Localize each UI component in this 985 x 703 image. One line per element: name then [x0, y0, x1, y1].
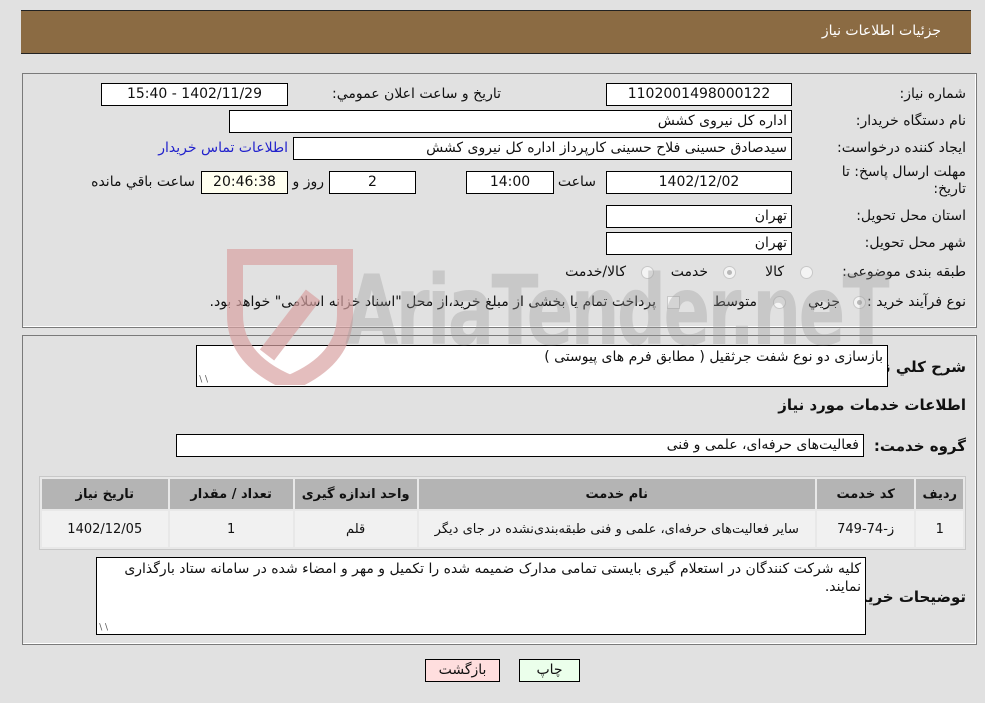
resize-grip-icon[interactable]: ∖∖ [98, 623, 109, 633]
col-need-date: تاریخ نیاز [42, 479, 168, 509]
cell-service-name: سایر فعالیت‌های حرفه‌ای، علمی و فنی طبقه… [418, 511, 815, 547]
print-button[interactable]: چاپ [519, 659, 580, 682]
category-option-goods: کالا [765, 264, 784, 280]
announce-field[interactable]: 1402/11/29 - 15:40 [101, 83, 288, 106]
remaining-time-field: 20:46:38 [201, 171, 288, 194]
col-unit: واحد اندازه گیری [294, 479, 417, 509]
cell-unit: قلم [294, 511, 417, 547]
general-description-field[interactable]: بازسازی دو نوع شفت جرثقیل ( مطابق فرم ها… [196, 345, 888, 387]
announce-label: تاریخ و ساعت اعلان عمومي: [332, 86, 501, 102]
remaining-label: ساعت باقي مانده [91, 174, 195, 190]
page-title: جزئیات اطلاعات نیاز [821, 23, 941, 39]
cell-service-code: ز-74-749 [816, 511, 915, 547]
deadline-label-line1: مهلت ارسال پاسخ: تا [841, 164, 966, 180]
service-group-field[interactable]: فعالیت‌های حرفه‌ای، علمی و فنی [176, 434, 864, 457]
buyer-contact-link[interactable]: اطلاعات تماس خریدار [158, 140, 288, 156]
buyer-notes-field[interactable]: کلیه شرکت کنندگان در استعلام گیری بایستی… [96, 557, 866, 635]
category-label: طبقه بندی موضوعی: [842, 264, 966, 280]
process-radio-partial[interactable] [853, 296, 866, 309]
services-table: ردیف کد خدمت نام خدمت واحد اندازه گیری ت… [39, 476, 966, 550]
buyer-org-label: نام دستگاه خریدار: [855, 113, 966, 129]
cell-need-date: 1402/12/05 [42, 511, 168, 547]
table-header-row: ردیف کد خدمت نام خدمت واحد اندازه گیری ت… [42, 479, 963, 509]
resize-grip-icon[interactable]: ∖∖ [198, 375, 209, 385]
city-field[interactable]: تهران [606, 232, 792, 255]
creator-label: ایجاد کننده درخواست: [837, 140, 966, 156]
services-section-title: اطلاعات خدمات مورد نیاز [778, 396, 966, 414]
creator-field[interactable]: سیدصادق حسینی فلاح حسینی کارپرداز اداره … [293, 137, 792, 160]
page-header: جزئیات اطلاعات نیاز [21, 10, 971, 54]
process-option-medium: متوسط [713, 294, 757, 310]
treasury-checkbox[interactable] [667, 296, 680, 309]
back-button[interactable]: بازگشت [425, 659, 500, 682]
days-label: روز و [292, 174, 325, 190]
col-quantity: تعداد / مقدار [169, 479, 293, 509]
cell-quantity: 1 [169, 511, 293, 547]
remaining-days-field[interactable]: 2 [329, 171, 416, 194]
col-row-number: ردیف [916, 479, 963, 509]
category-option-goods-service: کالا/خدمت [565, 264, 626, 280]
deadline-time-field[interactable]: 14:00 [466, 171, 554, 194]
province-field[interactable]: تهران [606, 205, 792, 228]
cell-row-number: 1 [916, 511, 963, 547]
deadline-date-field[interactable]: 1402/12/02 [606, 171, 792, 194]
process-radio-medium[interactable] [773, 296, 786, 309]
buyer-notes-text: کلیه شرکت کنندگان در استعلام گیری بایستی… [124, 561, 861, 595]
deadline-label-line2: تاریخ: [933, 181, 966, 197]
need-number-label: شماره نیاز: [899, 86, 967, 102]
process-option-partial: جزيي [808, 294, 840, 310]
city-label: شهر محل تحویل: [864, 235, 966, 251]
need-number-field[interactable]: 1102001498000122 [606, 83, 792, 106]
service-group-label: گروه خدمت: [873, 437, 966, 455]
deadline-label: مهلت ارسال پاسخ: تا تاریخ: [842, 164, 966, 198]
services-table-wrapper: ردیف کد خدمت نام خدمت واحد اندازه گیری ت… [39, 476, 966, 550]
col-service-code: کد خدمت [816, 479, 915, 509]
details-panel: شماره نیاز: 1102001498000122 تاریخ و ساع… [22, 73, 977, 328]
category-option-service: خدمت [670, 264, 708, 280]
table-row: 1 ز-74-749 سایر فعالیت‌های حرفه‌ای، علمی… [42, 511, 963, 547]
category-radio-goods-service[interactable] [641, 266, 654, 279]
province-label: استان محل تحویل: [856, 208, 966, 224]
category-radio-goods[interactable] [800, 266, 813, 279]
process-label: نوع فرآیند خرید : [867, 294, 966, 310]
category-radio-service[interactable] [723, 266, 736, 279]
col-service-name: نام خدمت [418, 479, 815, 509]
general-description-text: بازسازی دو نوع شفت جرثقیل ( مطابق فرم ها… [544, 349, 883, 365]
treasury-note: پرداخت تمام یا بخشی از مبلغ خرید،از محل … [209, 294, 656, 310]
description-panel: شرح کلي نیاز: بازسازی دو نوع شفت جرثقیل … [22, 335, 977, 645]
deadline-time-label: ساعت [557, 174, 596, 190]
buyer-org-field[interactable]: اداره کل نیروی کشش [229, 110, 792, 133]
